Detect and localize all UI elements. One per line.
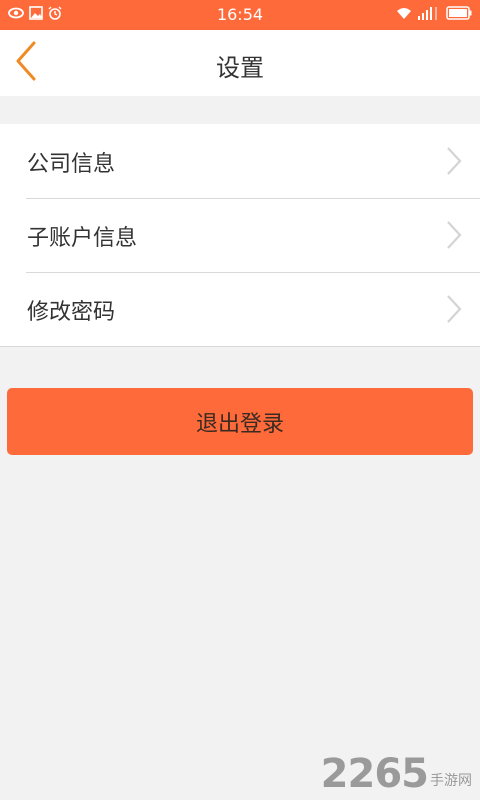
watermark-number: 2265 xyxy=(320,751,429,797)
list-item-label: 子账户信息 xyxy=(27,226,138,251)
wifi-icon xyxy=(396,6,412,20)
list-item-label: 公司信息 xyxy=(27,152,116,177)
chevron-right-icon xyxy=(446,220,462,254)
battery-icon xyxy=(446,6,472,20)
list-item-subaccount-info[interactable]: 子账户信息 xyxy=(0,198,480,272)
logout-button[interactable]: 退出登录 xyxy=(7,388,473,455)
page-title: 设置 xyxy=(216,54,264,82)
chevron-right-icon xyxy=(446,294,462,328)
list-item-label: 修改密码 xyxy=(27,300,116,325)
signal-icon xyxy=(418,6,440,20)
settings-list: 公司信息 子账户信息 修改密码 xyxy=(0,124,480,347)
chevron-right-icon xyxy=(446,146,462,180)
list-item-change-password[interactable]: 修改密码 xyxy=(0,272,480,346)
status-bar: 16:54 xyxy=(0,0,480,30)
status-right-icons xyxy=(396,6,472,20)
header: 设置 xyxy=(0,30,480,96)
watermark: 2265 手游网 xyxy=(321,754,472,794)
logout-label: 退出登录 xyxy=(195,411,284,437)
list-item-company-info[interactable]: 公司信息 xyxy=(0,124,480,198)
watermark-suffix: 手游网 xyxy=(430,773,472,789)
